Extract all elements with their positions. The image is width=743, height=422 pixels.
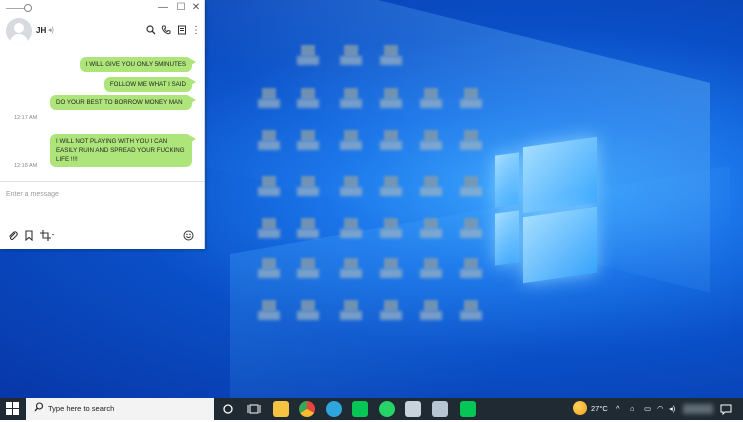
message-bubble: DO YOUR BEST TO BORROW MONEY MAN	[50, 95, 196, 110]
desktop-icon-blurred[interactable]	[340, 130, 362, 152]
desktop-icon-blurred[interactable]	[460, 176, 482, 198]
opacity-slider-knob[interactable]	[24, 4, 32, 12]
desktop-icon-blurred[interactable]	[420, 258, 442, 280]
desktop-icon-blurred[interactable]	[380, 258, 402, 280]
message-list: I WILL GIVE YOU ONLY 5MINUTES FOLLOW ME …	[0, 48, 204, 180]
desktop-icon-blurred[interactable]	[297, 300, 319, 322]
more-vertical-icon[interactable]: ⋮	[190, 25, 202, 37]
whatsapp-icon[interactable]	[379, 401, 395, 417]
network-icon[interactable]: ⌂	[630, 404, 635, 413]
chat-window: — ☐ ✕ JH ◂) ⋮ I WILL GIVE YOU ONLY 5MINU…	[0, 0, 205, 249]
cortana-icon[interactable]	[220, 401, 236, 417]
desktop-icon-blurred[interactable]	[420, 300, 442, 322]
desktop-icon-blurred[interactable]	[297, 45, 319, 67]
message-time: 12:17 AM	[14, 115, 38, 121]
search-icon[interactable]	[145, 25, 157, 37]
desktop-icon-blurred[interactable]	[380, 218, 402, 240]
telegram-icon[interactable]	[326, 401, 342, 417]
desktop-icon-blurred[interactable]	[297, 130, 319, 152]
desktop-icon-blurred[interactable]	[460, 88, 482, 110]
avatar[interactable]	[6, 18, 32, 44]
desktop-icon-blurred[interactable]	[460, 218, 482, 240]
message-input[interactable]	[6, 188, 196, 200]
speaker-icon: ◂)	[48, 27, 54, 34]
desktop-icon-blurred[interactable]	[258, 130, 280, 152]
desktop-icon-blurred[interactable]	[420, 130, 442, 152]
notes-icon[interactable]	[176, 25, 188, 37]
clock-blurred	[683, 404, 713, 414]
desktop-icon-blurred[interactable]	[380, 45, 402, 67]
desktop-icon-blurred[interactable]	[258, 218, 280, 240]
search-placeholder: Type here to search	[48, 404, 115, 413]
desktop-icon-blurred[interactable]	[380, 300, 402, 322]
search-icon	[34, 402, 44, 415]
close-button[interactable]: ✕	[190, 2, 202, 13]
line-icon[interactable]	[352, 401, 368, 417]
desktop-icon-blurred[interactable]	[258, 258, 280, 280]
task-view-icon[interactable]	[246, 401, 262, 417]
taskbar: Type here to search 27°C ^ ⌂ ▭ ◠ ◂)	[0, 398, 743, 420]
desktop-icon-blurred[interactable]	[380, 176, 402, 198]
crop-icon[interactable]	[40, 230, 56, 245]
title-bar: — ☐ ✕	[0, 0, 204, 16]
desktop-icon-blurred[interactable]	[258, 300, 280, 322]
desktop-icon-blurred[interactable]	[297, 88, 319, 110]
desktop-icon-blurred[interactable]	[460, 258, 482, 280]
weather-icon[interactable]	[573, 401, 587, 415]
wifi-icon[interactable]: ◠	[657, 404, 664, 413]
app-icon[interactable]	[432, 401, 448, 417]
phone-icon[interactable]	[160, 25, 172, 37]
desktop-icon-blurred[interactable]	[340, 218, 362, 240]
desktop-icon-blurred[interactable]	[340, 45, 362, 67]
battery-icon[interactable]: ▭	[644, 404, 651, 413]
emoji-icon[interactable]	[183, 230, 194, 245]
desktop-icon-blurred[interactable]	[420, 218, 442, 240]
chat-header: JH ◂) ⋮	[0, 16, 204, 48]
message-bubble: I WILL GIVE YOU ONLY 5MINUTES	[79, 57, 197, 72]
divider	[0, 181, 204, 182]
message-bubble: I WILL NOT PLAYING WITH YOU I CAN EASILY…	[50, 134, 196, 167]
desktop-icon-blurred[interactable]	[297, 258, 319, 280]
opacity-slider-track[interactable]	[6, 8, 26, 9]
line-icon[interactable]	[460, 401, 476, 417]
app-icon[interactable]	[405, 401, 421, 417]
desktop-icon-blurred[interactable]	[380, 88, 402, 110]
chrome-icon[interactable]	[299, 401, 315, 417]
chevron-up-icon[interactable]: ^	[616, 404, 620, 413]
start-button[interactable]	[6, 402, 20, 416]
desktop-icon-blurred[interactable]	[420, 88, 442, 110]
maximize-button[interactable]: ☐	[175, 2, 187, 13]
desktop-icon-blurred[interactable]	[340, 300, 362, 322]
notification-icon[interactable]	[720, 404, 732, 417]
weather-temp: 27°C	[591, 404, 608, 413]
desktop-icon-blurred[interactable]	[340, 88, 362, 110]
message-bubble: FOLLOW ME WHAT I SAID	[103, 77, 197, 92]
desktop-icon-blurred[interactable]	[297, 176, 319, 198]
desktop-icon-blurred[interactable]	[258, 88, 280, 110]
windows-logo-wallpaper	[495, 136, 599, 284]
desktop-icon-blurred[interactable]	[460, 300, 482, 322]
file-explorer-icon[interactable]	[273, 401, 289, 417]
desktop-icon-blurred[interactable]	[380, 130, 402, 152]
bookmark-icon[interactable]	[24, 230, 34, 245]
desktop-icon-blurred[interactable]	[297, 218, 319, 240]
minimize-button[interactable]: —	[157, 2, 169, 13]
desktop-icon-blurred[interactable]	[340, 258, 362, 280]
contact-name: JH	[36, 26, 47, 35]
attach-icon[interactable]	[7, 230, 18, 245]
desktop-icon-blurred[interactable]	[460, 130, 482, 152]
message-time: 12:18 AM	[14, 163, 38, 169]
desktop-icon-blurred[interactable]	[420, 176, 442, 198]
volume-icon[interactable]: ◂)	[669, 404, 675, 413]
desktop-icon-blurred[interactable]	[258, 176, 280, 198]
taskbar-search[interactable]: Type here to search	[26, 398, 214, 420]
desktop-icon-blurred[interactable]	[340, 176, 362, 198]
